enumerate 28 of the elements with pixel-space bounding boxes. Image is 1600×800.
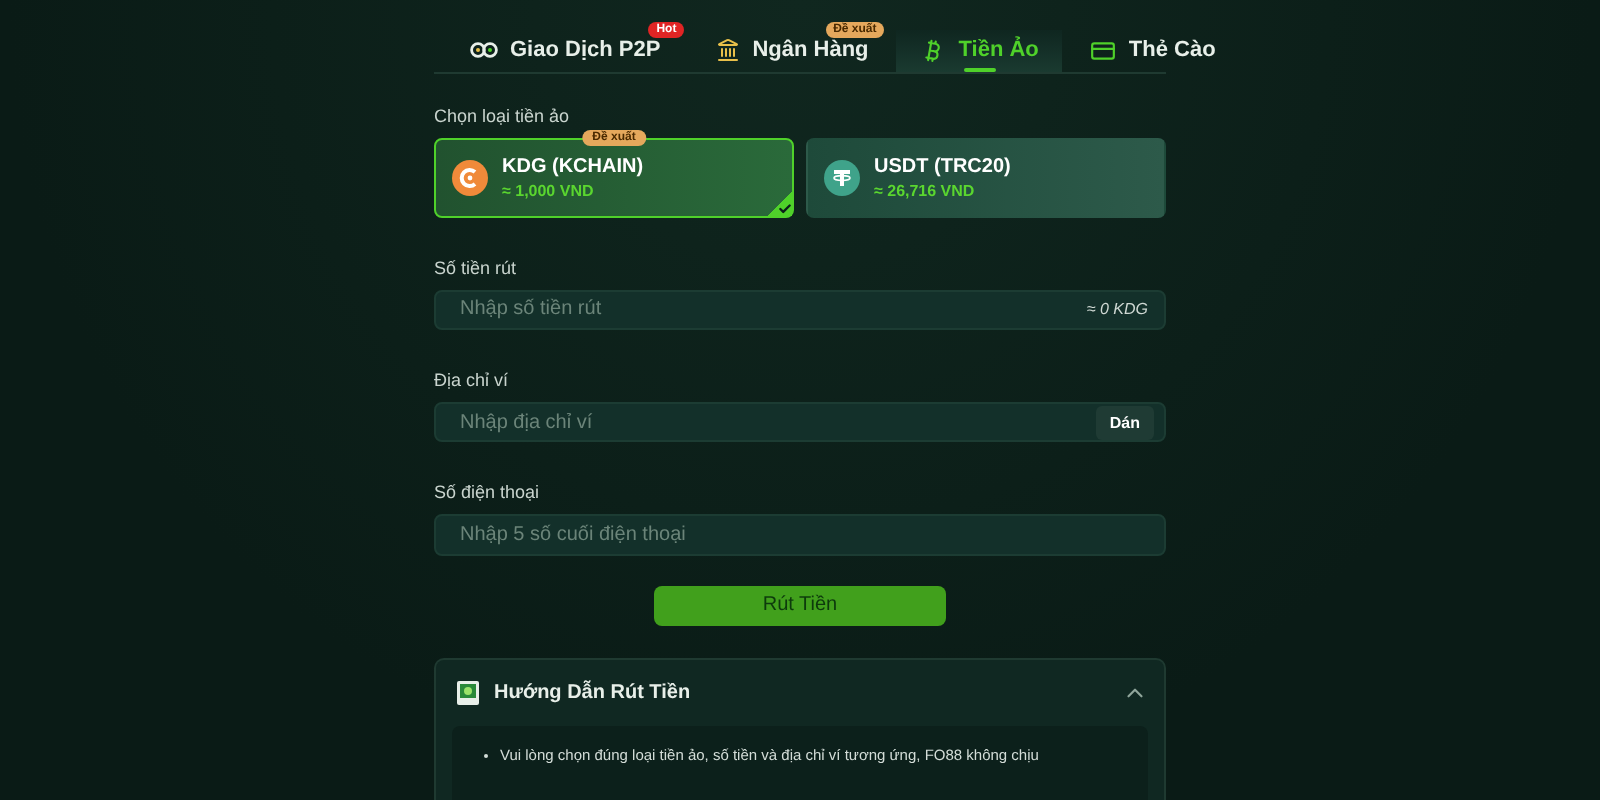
coin-icon xyxy=(452,159,488,196)
withdraw-button[interactable]: Rút Tiền xyxy=(654,585,946,626)
input-field[interactable]: Nhập số tiền rút ≈ 0 KDG xyxy=(434,289,1166,330)
tab[interactable]: Thẻ Cào xyxy=(1062,30,1244,72)
card-icon xyxy=(1090,37,1117,64)
text-input[interactable]: Nhập 5 số cuối điện thoại xyxy=(456,521,1154,548)
text-input[interactable]: Nhập địa chỉ ví xyxy=(456,409,1096,436)
coin-option[interactable]: USDT (TRC20) ≈ 26,716 VND xyxy=(806,137,1166,218)
coin-name: KDG (KCHAIN) xyxy=(502,155,644,178)
field-label: Số điện thoại xyxy=(434,482,542,503)
coin-exchange-icon xyxy=(470,40,498,61)
field-label: Số tiền rút xyxy=(434,257,519,278)
bank-icon xyxy=(716,38,741,63)
tether-icon xyxy=(824,159,860,196)
conversion-text: ≈ 0 KDG xyxy=(1086,300,1150,319)
tab[interactable]: Tiền Ảo xyxy=(896,30,1063,72)
text-input[interactable]: Nhập số tiền rút xyxy=(456,296,1087,323)
coin-rate: ≈ 1,000 VND xyxy=(502,181,596,200)
input-field[interactable]: Nhập 5 số cuối điện thoại xyxy=(434,514,1166,556)
guide-title: Hướng Dẫn Rút Tiền xyxy=(494,682,693,704)
coin-name: USDT (TRC20) xyxy=(874,155,1011,178)
coin-type-label: Chọn loại tiền ảo xyxy=(434,105,572,126)
coin-rate: ≈ 26,716 VND xyxy=(874,181,977,200)
input-field[interactable]: Nhập địa chỉ ví Dán xyxy=(434,401,1166,443)
book-icon xyxy=(456,680,480,706)
paste-button[interactable]: Dán xyxy=(1095,405,1154,440)
tab-indicator xyxy=(963,67,996,72)
field-label: Địa chỉ ví xyxy=(434,369,511,390)
